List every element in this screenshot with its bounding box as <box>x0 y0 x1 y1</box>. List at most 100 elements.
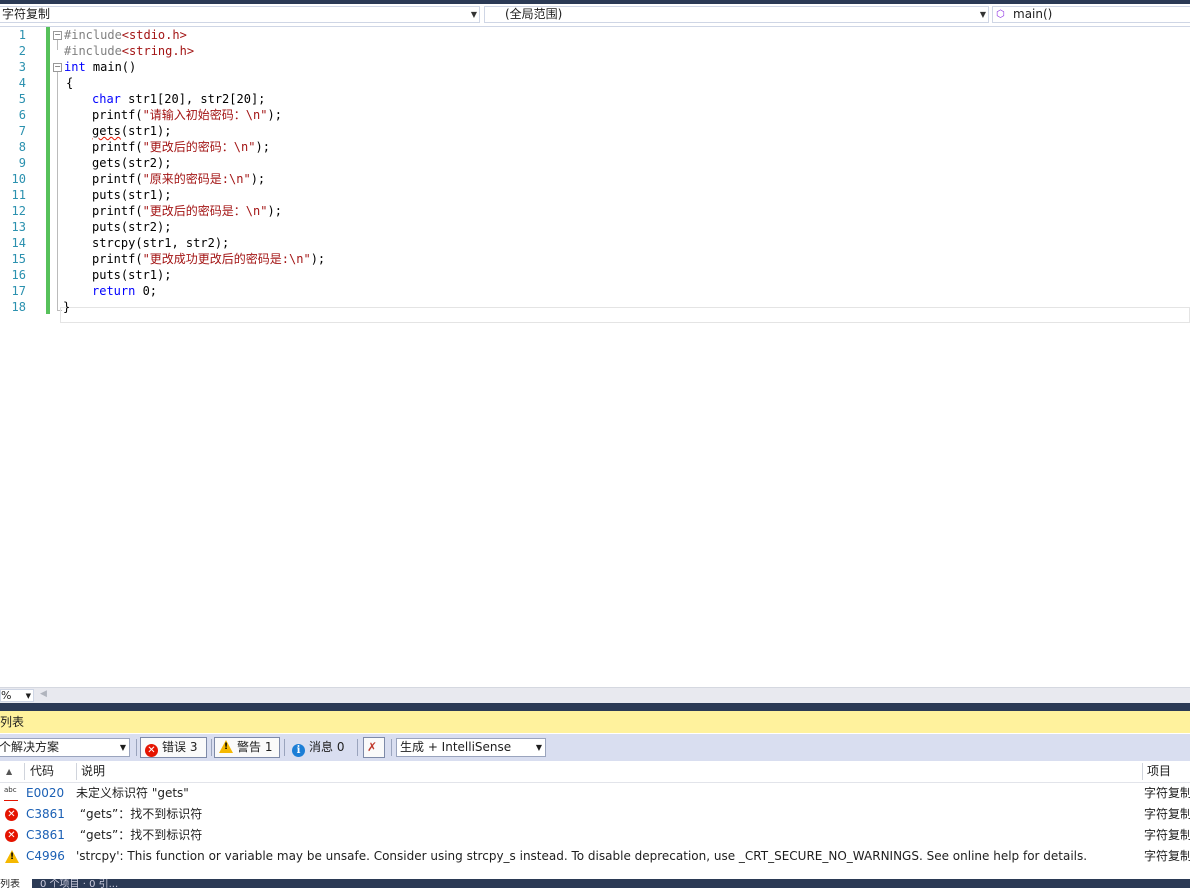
code-line: #include<string.h> <box>64 43 194 59</box>
code-text: ); <box>267 108 282 122</box>
info-icon: i <box>292 744 305 757</box>
code-line: #include<stdio.h> <box>64 27 187 43</box>
toolbar-separator <box>284 739 285 756</box>
code-line: printf("更改后的密码是：\n"); <box>92 203 282 219</box>
line-number: 5 <box>18 92 26 106</box>
error-icon: ✕ <box>145 744 158 757</box>
toolbar-separator <box>391 739 392 756</box>
project-combo[interactable]: 字符复制 ▼ <box>0 6 480 23</box>
collapse-icon[interactable]: − <box>53 31 62 40</box>
toolbar-separator <box>136 739 137 756</box>
code-text: ); <box>250 172 266 186</box>
error-project: 字符复制 <box>1144 786 1190 800</box>
code-line: gets(str2); <box>92 156 172 170</box>
error-row[interactable]: C4996 'strcpy': This function or variabl… <box>0 846 1190 867</box>
chevron-down-icon: ▼ <box>25 692 31 700</box>
scope-filter-label: 个解决方案 <box>0 740 60 754</box>
project-combo-label: 字符复制 <box>2 7 51 21</box>
error-row[interactable]: ✕ C3861 “gets”：找不到标识符 字符复制 <box>0 804 1190 825</box>
error-code-link[interactable]: E0020 <box>26 783 64 804</box>
error-description: 未定义标识符 "gets" <box>76 786 189 800</box>
code-line: puts(str2); <box>92 220 172 234</box>
column-separator[interactable] <box>76 763 77 780</box>
line-number: 4 <box>18 76 26 90</box>
column-separator[interactable] <box>24 763 25 780</box>
string-literal: "原来的密码是:\n" <box>142 172 251 186</box>
tab-error-list[interactable]: 列表 <box>0 879 32 888</box>
error-icon: ✕ <box>5 808 18 821</box>
line-number: 12 <box>11 204 26 218</box>
code-text: ); <box>267 204 282 218</box>
collapse-icon[interactable]: − <box>53 63 62 72</box>
toolbar-separator <box>357 739 358 756</box>
horizontal-scrollbar[interactable]: % ▼ ◀ <box>0 687 1190 703</box>
line-number: 14 <box>11 236 26 250</box>
line-number: 2 <box>18 44 26 58</box>
zoom-combo[interactable]: % ▼ <box>0 689 34 702</box>
column-separator[interactable] <box>1142 763 1143 780</box>
error-code-link[interactable]: C3861 <box>26 825 65 846</box>
sort-ascending-icon[interactable]: ▲ <box>6 761 12 782</box>
build-source-combo[interactable]: 生成 + IntelliSense ▼ <box>396 738 546 757</box>
tab-output[interactable]: 0 个项目 · 0 引... <box>40 879 118 888</box>
code-line: char str1[20], str2[20]; <box>92 91 265 107</box>
method-cube-icon: ⬡ <box>996 9 1005 20</box>
member-combo[interactable]: ⬡ main() <box>992 6 1190 23</box>
chevron-down-icon: ▼ <box>979 10 986 19</box>
line-number: 15 <box>11 252 26 266</box>
scope-combo-label: (全局范围) <box>505 7 563 21</box>
chevron-down-icon: ▼ <box>470 10 477 19</box>
line-number: 9 <box>18 156 26 170</box>
filter-toggle-button[interactable]: ✗ <box>363 737 385 758</box>
scope-combo[interactable]: (全局范围) ▼ <box>484 6 989 23</box>
line-number: 10 <box>11 172 26 186</box>
filter-icon: ✗ <box>367 740 378 754</box>
error-code-link[interactable]: C4996 <box>26 846 65 867</box>
code-text: str1[20], str2[20]; <box>120 92 266 106</box>
line-number: 16 <box>11 268 26 282</box>
outline-guide <box>57 72 58 310</box>
errors-filter-label: 错误 3 <box>162 740 198 754</box>
scroll-left-icon[interactable]: ◀ <box>40 689 47 699</box>
error-row[interactable]: abc E0020 未定义标识符 "gets" 字符复制 <box>0 783 1190 804</box>
string-literal: "更改成功更改后的密码是:\n" <box>142 252 311 266</box>
zoom-level: % <box>1 689 12 702</box>
code-line: puts(str1); <box>92 188 172 202</box>
warning-icon <box>5 850 19 863</box>
string-literal: "更改后的密码：\n" <box>142 140 256 154</box>
code-text: printf( <box>92 204 143 218</box>
code-line: puts(str1); <box>92 268 172 282</box>
column-code-header[interactable]: 代码 <box>30 761 54 782</box>
code-text: (str1); <box>120 124 172 138</box>
code-text: printf( <box>92 252 143 266</box>
chevron-down-icon: ▼ <box>535 743 542 752</box>
errors-filter-button[interactable]: ✕ 错误 3 <box>140 737 207 758</box>
error-description: “gets”：找不到标识符 <box>76 828 203 842</box>
column-description-header[interactable]: 说明 <box>81 761 105 782</box>
line-number: 3 <box>18 60 26 74</box>
code-line: printf("原来的密码是:\n"); <box>92 171 265 187</box>
member-combo-label: main() <box>1013 7 1053 21</box>
code-text: printf( <box>92 172 143 186</box>
scope-filter-combo[interactable]: 个解决方案 ▼ <box>0 738 130 757</box>
line-number: 13 <box>11 220 26 234</box>
code-line: printf("更改成功更改后的密码是:\n"); <box>92 251 325 267</box>
error-squiggle-token[interactable]: gets <box>92 124 121 138</box>
error-row[interactable]: ✕ C3861 “gets”：找不到标识符 字符复制 <box>0 825 1190 846</box>
column-project-header[interactable]: 项目 <box>1147 761 1171 782</box>
warnings-filter-button[interactable]: 警告 1 <box>214 737 280 758</box>
error-description: 'strcpy': This function or variable may … <box>76 849 1088 863</box>
code-text: main() <box>85 60 137 74</box>
code-line: return 0; <box>92 283 157 299</box>
outline-guide <box>57 40 58 50</box>
code-line: gets(str1); <box>92 123 171 139</box>
line-number: 6 <box>18 108 26 122</box>
keyword: int <box>64 60 86 74</box>
messages-filter-button[interactable]: i 消息 0 <box>292 737 344 758</box>
error-project: 字符复制 <box>1144 828 1190 842</box>
code-editor[interactable]: 1 2 3 4 5 6 7 8 9 10 11 12 13 14 15 16 1… <box>0 27 1190 687</box>
error-code-link[interactable]: C3861 <box>26 804 65 825</box>
error-icon: ✕ <box>5 829 18 842</box>
current-line-highlight <box>60 307 1190 323</box>
navigation-bar: 字符复制 ▼ (全局范围) ▼ ⬡ main() <box>0 4 1190 27</box>
